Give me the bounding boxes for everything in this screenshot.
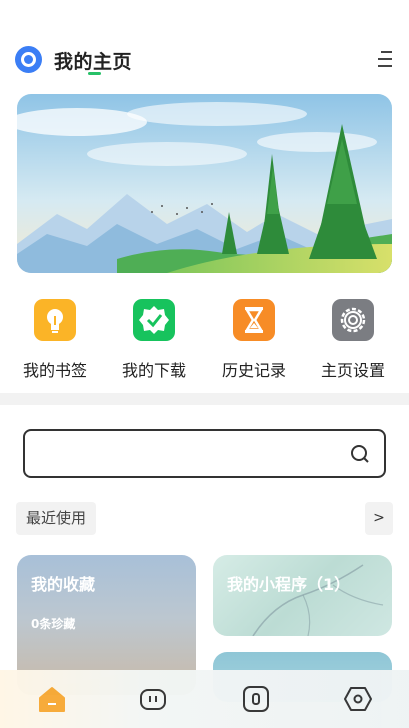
shortcut-home-settings[interactable]: 主页设置 (308, 299, 398, 381)
card-subtitle: 0条珍藏 (31, 617, 76, 631)
robot-face-icon[interactable] (138, 684, 168, 714)
banner-image[interactable] (17, 94, 392, 273)
recent-section-label: 最近使用 (16, 502, 97, 535)
shortcut-label: 我的下载 (121, 361, 186, 380)
mini-programs-card[interactable]: 我的小程序（1） (213, 555, 392, 636)
shortcut-grid: 我的书签 我的下载 历史记录 主页设置 (0, 299, 409, 385)
verified-badge-icon (133, 299, 175, 341)
zero-box-icon[interactable] (241, 684, 271, 714)
title-underline (88, 72, 101, 75)
home-icon[interactable] (37, 684, 67, 714)
hourglass-icon (233, 299, 275, 341)
hexagon-icon[interactable] (343, 684, 373, 714)
card-title: 我的收藏 (31, 575, 96, 594)
shortcut-downloads[interactable]: 我的下载 (109, 299, 199, 381)
bottom-tab-bar (0, 670, 409, 728)
shortcut-label: 我的书签 (22, 361, 87, 380)
shortcut-label: 历史记录 (221, 361, 286, 380)
recent-more-button[interactable]: > (365, 502, 393, 535)
menu-icon[interactable] (378, 51, 392, 68)
header: 我的主页 (0, 40, 409, 80)
lightbulb-icon (34, 299, 76, 341)
search-logo-icon (15, 46, 42, 73)
shortcut-history[interactable]: 历史记录 (209, 299, 299, 381)
page-title: 我的主页 (54, 51, 133, 73)
shortcut-label: 主页设置 (320, 361, 385, 380)
gear-icon (332, 299, 374, 341)
section-divider (0, 393, 409, 405)
search-icon[interactable] (350, 444, 370, 464)
card-title: 我的小程序（1） (227, 575, 351, 594)
shortcut-bookmarks[interactable]: 我的书签 (10, 299, 100, 381)
search-box (23, 429, 386, 478)
search-input[interactable] (25, 431, 335, 476)
